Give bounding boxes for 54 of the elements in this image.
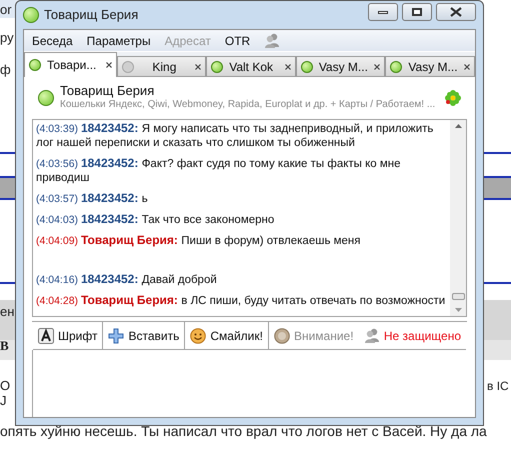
background-text: ру [0,29,14,47]
chat-message: (4:03:57) 18423452: ь [36,191,149,206]
tab-label: Valt Kok [229,58,274,76]
background-text: опять хуйню несешь. Ты написал что врал что логов нет с Васей. Ну да ла [0,422,487,441]
close-tab-icon[interactable] [284,64,291,70]
plus-icon [108,328,124,344]
tab[interactable]: Valt Kok [206,56,296,77]
tab-label: Vasy M... [408,58,458,76]
tab-label: King [151,58,178,76]
chat-message: (4:04:28) Товарищ Берия: в ЛС пиши, буду читать отвечать по возможности [36,293,446,308]
font-icon [38,328,54,344]
background-text: or [0,1,12,19]
tab-label: Товари... [47,57,98,74]
toolbar-button[interactable]: Смайлик! [184,322,268,349]
tab[interactable]: Vasy M... [296,56,386,77]
contact-status-text: Кошельки Яндекс, Qiwi, Webmoney, Rapida, Europlat и др. + Карты / Работаем! ... [60,98,436,112]
toolbar-button[interactable]: Не защищено [358,322,466,349]
smiley-icon [190,328,206,344]
tab-label: Vasy M... [318,58,368,76]
background-text: О [0,377,10,395]
close-tab-icon[interactable] [374,64,380,70]
tab[interactable]: Vasy M... [385,56,476,77]
close-tab-icon[interactable] [464,64,470,70]
toolbar-button[interactable]: Шрифт [33,322,102,349]
menu-item[interactable]: Параметры [86,32,151,50]
background-text: ен [0,303,14,321]
menu-item[interactable]: Беседа [32,32,73,50]
chat-message: (4:04:09) Товарищ Берия: Пиши в форум) отвлекаешь меня [36,233,362,248]
chat-message: (4:03:39) 18423452: Я могу написать что ты заднеприводный, и приложить лог нашей переписки и сказать что слишком ты обиженный [36,121,434,150]
tab[interactable]: Товари... [24,52,117,77]
menu-item[interactable]: OTR [224,32,250,50]
minimize-button[interactable] [368,3,398,21]
contact-name: Товарищ Берия [60,84,156,98]
close-button[interactable] [436,3,476,21]
people-icon[interactable] [264,33,280,48]
toolbar-button[interactable]: Вставить [102,322,184,349]
tab[interactable]: King [116,56,206,77]
up-arrow-icon[interactable] [454,124,462,128]
chat-message: (4:03:56) 18423452: Факт? факт судя по тому какие ты факты ко мне приводиш [36,156,402,185]
scrollbar[interactable] [450,120,466,316]
close-icon [450,7,462,17]
background-text: В [0,337,9,355]
background-text: в IC [487,378,509,395]
scrollbar-thumb[interactable] [452,293,464,300]
background-text: J [0,392,6,410]
close-tab-icon[interactable] [195,64,202,70]
flower-icon [445,90,461,106]
chat-message: (4:04:03) 18423452: Так что все закономерно [36,212,276,227]
maximize-button[interactable] [402,3,432,21]
window-title: Товарищ Берия [44,6,138,24]
people-icon [364,328,380,344]
background-text: ф [0,61,11,79]
chat-message: (4:04:16) 18423452: Давай доброй [36,272,218,287]
close-tab-icon[interactable] [106,62,112,68]
